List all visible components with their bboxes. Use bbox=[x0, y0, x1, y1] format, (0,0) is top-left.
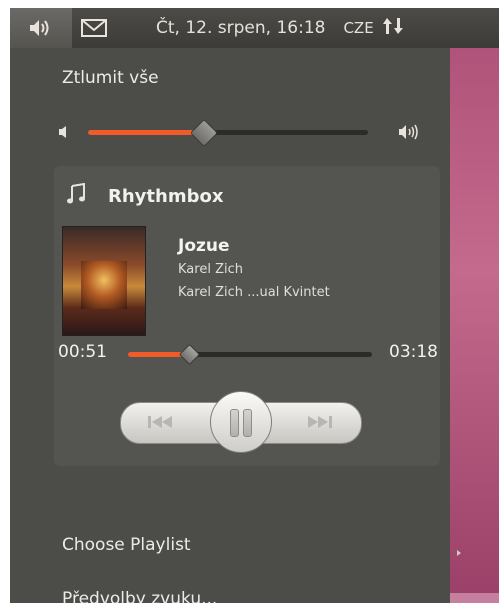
next-button[interactable] bbox=[298, 413, 338, 431]
speaker-icon bbox=[30, 20, 49, 36]
keyboard-layout-indicator[interactable]: CZE bbox=[343, 19, 373, 37]
top-panel: Čt, 12. srpen, 16:18 CZE bbox=[10, 8, 499, 48]
volume-fill bbox=[88, 130, 200, 135]
envelope-icon bbox=[81, 19, 107, 37]
network-updown-icon bbox=[382, 18, 403, 34]
messaging-indicator[interactable] bbox=[72, 18, 116, 38]
previous-icon bbox=[148, 416, 172, 428]
clock[interactable]: Čt, 12. srpen, 16:18 bbox=[156, 18, 325, 38]
play-pause-button[interactable] bbox=[210, 391, 272, 453]
volume-knob[interactable] bbox=[189, 118, 219, 148]
album-art-figure bbox=[81, 261, 127, 309]
album-art bbox=[62, 226, 146, 336]
sound-menu: Ztlumit vše Rhythmbox Jozue Karel Zich K… bbox=[10, 48, 461, 603]
volume-slider[interactable] bbox=[58, 118, 458, 148]
song-artist: Karel Zich bbox=[178, 262, 243, 277]
volume-high-icon bbox=[399, 124, 418, 140]
submenu-arrow-icon bbox=[456, 542, 462, 561]
seek-knob[interactable] bbox=[178, 343, 201, 366]
music-note-icon bbox=[66, 182, 88, 209]
sound-preferences-item[interactable]: Předvolby zvuku... bbox=[62, 589, 217, 603]
volume-low-icon bbox=[59, 126, 66, 138]
sound-indicator[interactable] bbox=[10, 8, 72, 48]
transport-controls bbox=[120, 391, 362, 453]
mute-all-item[interactable]: Ztlumit vše bbox=[62, 68, 159, 88]
time-current: 00:51 bbox=[58, 342, 107, 362]
player-name[interactable]: Rhythmbox bbox=[108, 186, 223, 207]
song-title: Jozue bbox=[178, 236, 230, 256]
song-album: Karel Zich ...ual Kvintet bbox=[178, 285, 330, 300]
screenshot-frame: Čt, 12. srpen, 16:18 CZE Ztlumit vše Rhy… bbox=[10, 8, 499, 603]
seek-row: 00:51 03:18 bbox=[58, 342, 438, 366]
seek-fill bbox=[128, 352, 186, 357]
previous-button[interactable] bbox=[142, 413, 182, 431]
network-indicator[interactable] bbox=[382, 15, 404, 41]
choose-playlist-item[interactable]: Choose Playlist bbox=[62, 535, 191, 555]
time-total: 03:18 bbox=[389, 342, 438, 362]
next-icon bbox=[308, 416, 332, 428]
